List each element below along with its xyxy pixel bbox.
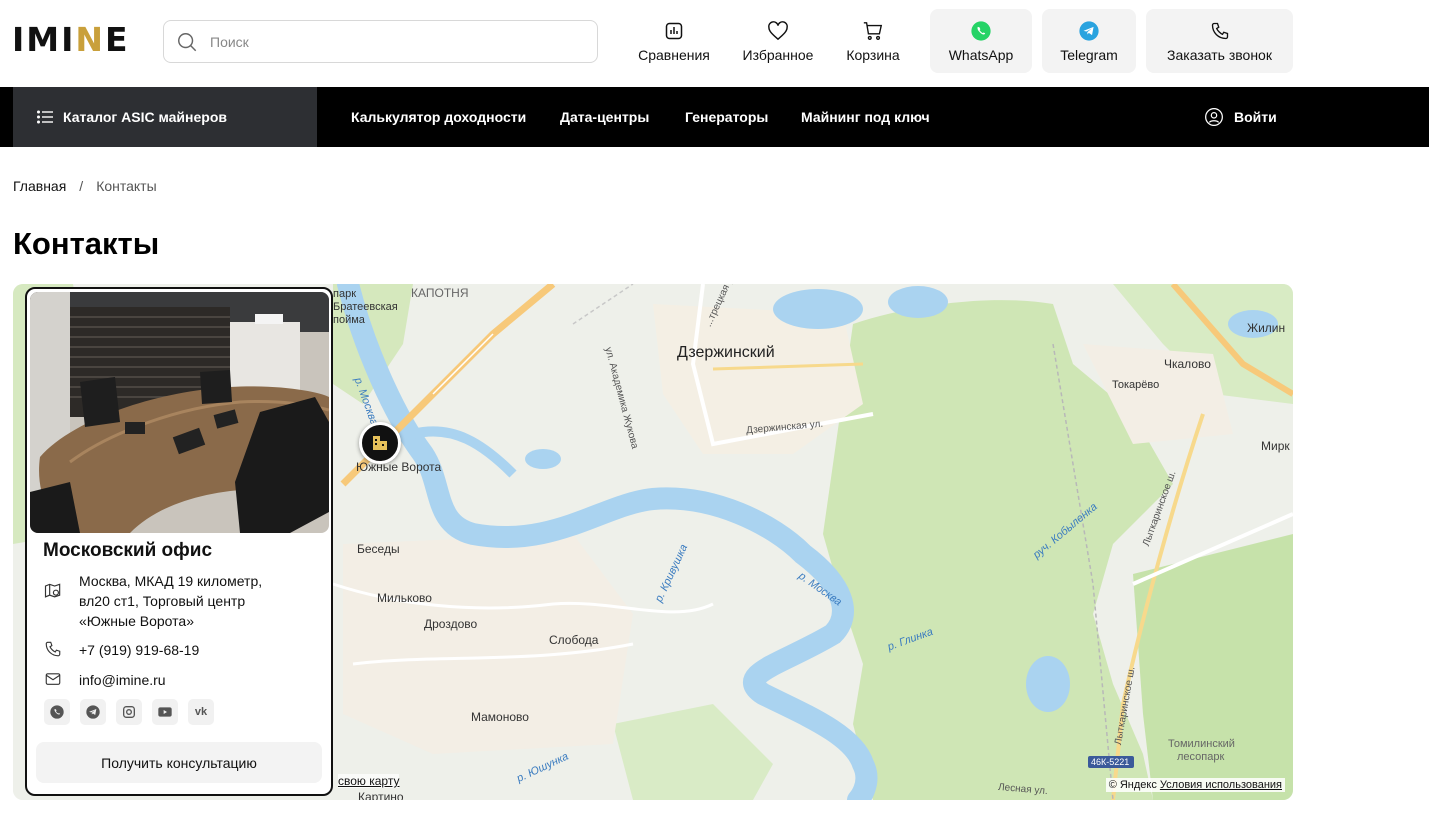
get-consultation-button[interactable]: Получить консультацию (36, 742, 322, 783)
phone-icon (1211, 22, 1228, 40)
breadcrumb: Главная / Контакты (13, 178, 157, 194)
office-phone-text: +7 (919) 919-68-19 (79, 642, 200, 658)
vk-icon: vk (194, 706, 208, 718)
telegram-icon (86, 705, 100, 719)
logo-text-1: IMI (12, 19, 76, 59)
map-label-tomilinsky: Томилинский (1168, 738, 1235, 750)
telegram-button[interactable]: Telegram (1042, 9, 1136, 73)
compare-button[interactable]: Сравнения (630, 9, 718, 73)
office-map-marker[interactable] (359, 422, 401, 464)
create-own-map-link[interactable]: свою карту (338, 774, 400, 788)
breadcrumb-separator: / (79, 178, 84, 194)
nav-link-calculator[interactable]: Калькулятор доходности (351, 87, 526, 147)
header: IMINE Сравнения Избранное Корзина WhatsA… (0, 0, 1429, 87)
office-card: Московский офис Москва, МКАД 19 километр… (25, 287, 333, 796)
office-address: Москва, МКАД 19 километр, вл20 ст1, Торг… (43, 571, 294, 631)
login-button[interactable]: Войти (1204, 87, 1277, 147)
cart-label: Корзина (846, 47, 900, 63)
office-photo (30, 292, 329, 533)
heart-icon (768, 21, 788, 41)
map-label-kapotnya: КАПОТНЯ (411, 286, 469, 300)
compare-label: Сравнения (638, 47, 710, 63)
map-label-dzerzhinsky: Дзержинский (677, 344, 775, 361)
office-email[interactable]: info@imine.ru (43, 670, 166, 690)
map-label-kartino: Картино (358, 790, 404, 800)
whatsapp-icon (50, 705, 64, 719)
map-label-brateevskaya: Братеевская (333, 301, 398, 313)
office-phone[interactable]: +7 (919) 919-68-19 (43, 640, 199, 660)
logo-text-2: N (75, 19, 106, 59)
map-label-chkalovo: Чкалово (1164, 357, 1211, 371)
map-label-lesopark: лесопарк (1177, 751, 1225, 763)
map-pin-icon (44, 583, 61, 598)
logo[interactable]: IMI N E (12, 20, 130, 59)
map-label-zhilin: Жилин (1247, 321, 1286, 335)
list-icon (37, 110, 53, 124)
map-label-mirk: Мирк (1261, 439, 1290, 453)
map-label-milkovo: Мильково (377, 591, 432, 605)
social-instagram[interactable] (116, 699, 142, 725)
whatsapp-icon (971, 21, 991, 41)
whatsapp-button[interactable]: WhatsApp (930, 9, 1032, 73)
callback-button[interactable]: Заказать звонок (1146, 9, 1293, 73)
office-address-text: Москва, МКАД 19 километр, вл20 ст1, Торг… (79, 573, 263, 629)
login-label: Войти (1234, 109, 1277, 125)
map-label-tokarevo: Токарёво (1112, 379, 1160, 391)
breadcrumb-current: Контакты (96, 178, 157, 194)
social-links: vk (44, 699, 224, 725)
telegram-icon (1079, 21, 1099, 41)
nav-link-datacenters[interactable]: Дата-центры (560, 87, 649, 147)
youtube-icon (158, 707, 172, 717)
office-email-text: info@imine.ru (79, 672, 166, 688)
search-input[interactable] (210, 33, 570, 50)
phone-icon (45, 641, 61, 657)
compare-icon (665, 22, 683, 40)
cart-button[interactable]: Корзина (838, 9, 908, 73)
mail-icon (45, 673, 61, 685)
telegram-label: Telegram (1060, 47, 1118, 63)
office-title: Московский офис (43, 540, 213, 561)
favorites-button[interactable]: Избранное (736, 9, 820, 73)
map-label-sloboda: Слобода (549, 633, 599, 647)
social-whatsapp[interactable] (44, 699, 70, 725)
main-nav: Каталог ASIC майнеров Калькулятор доходн… (0, 87, 1429, 147)
social-youtube[interactable] (152, 699, 178, 725)
nav-link-turnkey[interactable]: Майнинг под ключ (801, 87, 930, 147)
map-label-poyma: пойма (333, 314, 365, 326)
map-label-park: парк (333, 288, 357, 300)
map-label-yuzhnye-vorota: Южные Ворота (356, 460, 442, 474)
user-icon (1205, 108, 1223, 126)
social-telegram[interactable] (80, 699, 106, 725)
building-icon (373, 436, 387, 450)
instagram-icon (123, 706, 135, 718)
terms-link[interactable]: Условия использования (1160, 779, 1282, 791)
yandex-copyright: © Яндекс (1108, 779, 1157, 791)
search-box[interactable] (163, 20, 598, 63)
catalog-button[interactable]: Каталог ASIC майнеров (13, 87, 317, 147)
callback-label: Заказать звонок (1167, 47, 1272, 63)
search-icon (178, 32, 197, 51)
map-attribution: © Яндекс Условия использования (1105, 778, 1285, 792)
map-label-road-code: 46К-5221 (1091, 757, 1130, 767)
map-label-besedy: Беседы (357, 542, 400, 556)
nav-link-generators[interactable]: Генераторы (685, 87, 768, 147)
page-title: Контакты (13, 226, 160, 261)
cart-icon (863, 22, 883, 40)
social-vk[interactable]: vk (188, 699, 214, 725)
logo-text-3: E (105, 19, 130, 59)
map-label-drozdovo: Дроздово (424, 617, 478, 631)
breadcrumb-home[interactable]: Главная (13, 178, 66, 194)
catalog-label: Каталог ASIC майнеров (63, 109, 227, 125)
favorites-label: Избранное (742, 47, 814, 63)
map-label-mamonovo: Мамоново (471, 710, 529, 724)
whatsapp-label: WhatsApp (948, 47, 1014, 63)
